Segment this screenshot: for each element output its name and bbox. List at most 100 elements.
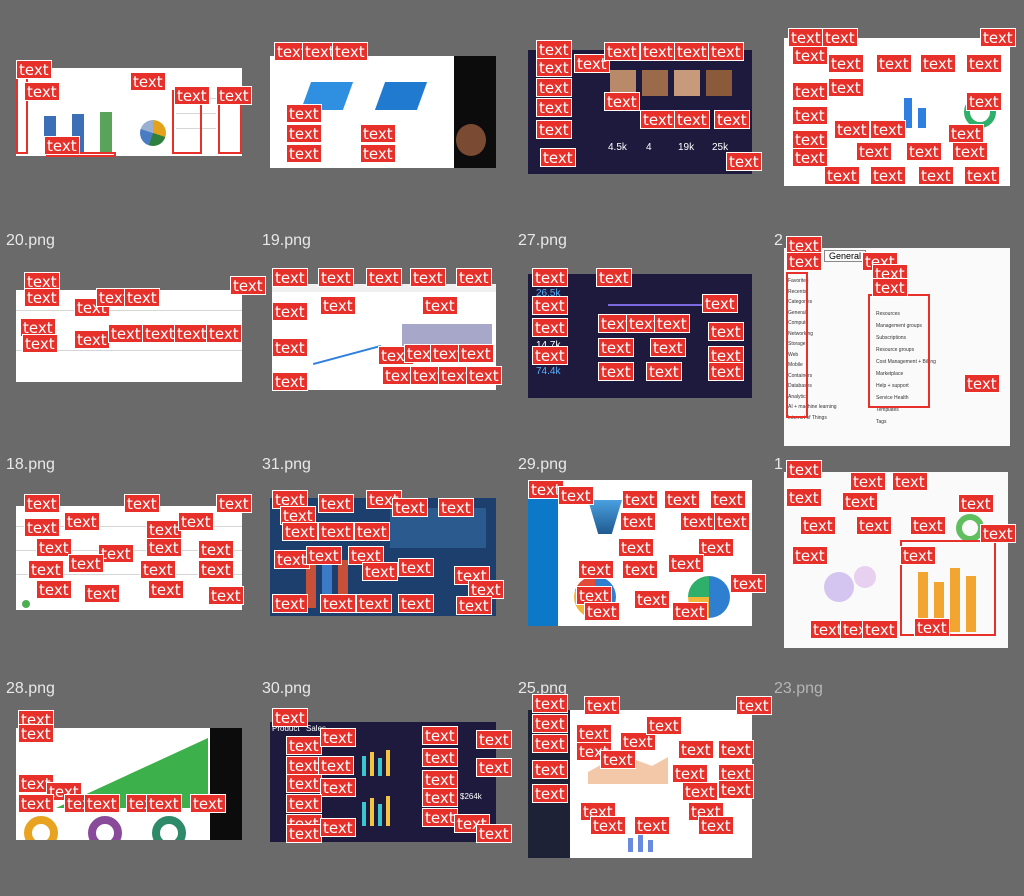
chart-bar — [362, 802, 366, 826]
chart-bar — [648, 840, 653, 852]
text-tag: text — [68, 554, 104, 573]
text-tag: text — [834, 120, 870, 139]
thumbnail-cell[interactable]: 28.png text text text text text text tex… — [2, 674, 256, 894]
text-tag: text — [146, 538, 182, 557]
text-tag: text — [736, 696, 772, 715]
text-tag: text — [422, 788, 458, 807]
text-tag: text — [286, 144, 322, 163]
pie-chart — [140, 120, 166, 146]
text-tag: text — [36, 538, 72, 557]
text-tag: text — [274, 550, 310, 569]
text-tag: text — [24, 494, 60, 513]
text-tag: text — [74, 330, 110, 349]
thumbnail-cell[interactable]: text text text text text text text text … — [770, 2, 1024, 222]
text-tag: text — [792, 130, 828, 149]
text-tag: text — [800, 516, 836, 535]
text-tag: text — [822, 28, 858, 47]
text-tag: text — [456, 268, 492, 287]
text-tag: text — [536, 40, 572, 59]
text-tag: text — [456, 596, 492, 615]
text-tag: text — [286, 124, 322, 143]
text-tag: text — [392, 498, 428, 517]
text-tag: text — [320, 778, 356, 797]
text-tag: text — [786, 460, 822, 479]
text-tag: text — [536, 98, 572, 117]
chart-bar — [628, 838, 633, 852]
text-tag: text — [458, 344, 494, 363]
bubble-chart — [824, 572, 854, 602]
text-tag: text — [708, 42, 744, 61]
text-tag: text — [856, 516, 892, 535]
text-tag: text — [366, 268, 402, 287]
text-tag: text — [640, 110, 676, 129]
cell-label: 28.png — [6, 680, 55, 697]
thumbnail-cell[interactable]: 29.png text text text text text text tex… — [514, 450, 768, 670]
text-tag: text — [178, 512, 214, 531]
status-dot — [22, 600, 30, 608]
chart-bar — [918, 108, 926, 128]
thumbnail-cell[interactable]: 30.png Product Sales $264k text text tex… — [258, 674, 512, 894]
text-tag: text — [532, 760, 568, 779]
kpi-value: $264k — [460, 792, 482, 801]
text-tag: text — [362, 562, 398, 581]
cell-label: 29.png — [518, 456, 567, 473]
text-tag: text — [272, 372, 308, 391]
text-tag: text — [318, 494, 354, 513]
text-tag: text — [286, 774, 322, 793]
text-tag: text — [650, 338, 686, 357]
text-tag: text — [792, 148, 828, 167]
thumbnail-cell[interactable]: 1 text text text text text text text tex… — [770, 450, 1024, 670]
thumbnail-cell[interactable]: 19.png text text text text text text tex… — [258, 226, 512, 446]
thumbnail-cell[interactable]: text text text text text text — [2, 2, 256, 222]
cell-label: 2 — [774, 232, 783, 249]
text-tag: text — [620, 512, 656, 531]
text-tag: text — [918, 166, 954, 185]
thumbnail-cell[interactable]: 20.png text text text text text text tex… — [2, 226, 266, 446]
text-tag: text — [674, 42, 710, 61]
thumbnail-cell[interactable]: 4.5k 4 19k 25k text text text text text … — [514, 2, 768, 222]
text-tag: text — [108, 324, 144, 343]
text-tag: text — [964, 166, 1000, 185]
thumbnail-cell[interactable]: 25.png text text text text text text tex… — [514, 674, 772, 894]
thumbnail-cell[interactable]: 27.png 26.5k 14.7k 74.4k text text text … — [514, 226, 768, 446]
text-tag: text — [876, 54, 912, 73]
illustration — [374, 82, 428, 110]
text-tag: text — [282, 522, 318, 541]
text-tag: text — [702, 294, 738, 313]
text-tag: text — [536, 58, 572, 77]
line-chart — [312, 344, 382, 366]
tab-general[interactable]: General — [824, 250, 867, 262]
text-tag: text — [596, 268, 632, 287]
text-tag: text — [788, 28, 824, 47]
text-tag: text — [174, 86, 210, 105]
text-tag: text — [634, 590, 670, 609]
text-tag: text — [604, 42, 640, 61]
text-tag: text — [680, 512, 716, 531]
cell-label: 18.png — [6, 456, 55, 473]
cell-label: 27.png — [518, 232, 567, 249]
text-tag: text — [672, 602, 708, 621]
text-tag: text — [24, 288, 60, 307]
text-tag: text — [272, 302, 308, 321]
thumbnail-cell[interactable]: 2 General Favorites Recents Categories Gene… — [770, 226, 1024, 446]
text-tag: text — [360, 144, 396, 163]
text-tag: text — [598, 362, 634, 381]
text-tag: text — [206, 324, 242, 343]
cell-label: 20.png — [6, 232, 55, 249]
text-tag: text — [272, 338, 308, 357]
text-tag: text — [640, 42, 676, 61]
thumbnail-cell[interactable]: 31.png text text text text text text tex… — [258, 450, 512, 670]
text-tag: text — [16, 60, 52, 79]
text-tag: text — [24, 518, 60, 537]
text-tag: text — [476, 758, 512, 777]
donut-chart — [152, 816, 186, 840]
thumbnail-cell[interactable]: 18.png text text text text text text tex… — [2, 450, 256, 670]
text-tag: text — [828, 78, 864, 97]
thumbnail-cell[interactable]: text text text text text text text text — [258, 2, 512, 222]
text-tag: text — [146, 794, 182, 813]
thumbnail-cell[interactable]: 23.png — [770, 674, 1024, 894]
text-tag: text — [130, 72, 166, 91]
text-tag: text — [532, 784, 568, 803]
text-tag: text — [654, 314, 690, 333]
text-tag: text — [964, 374, 1000, 393]
